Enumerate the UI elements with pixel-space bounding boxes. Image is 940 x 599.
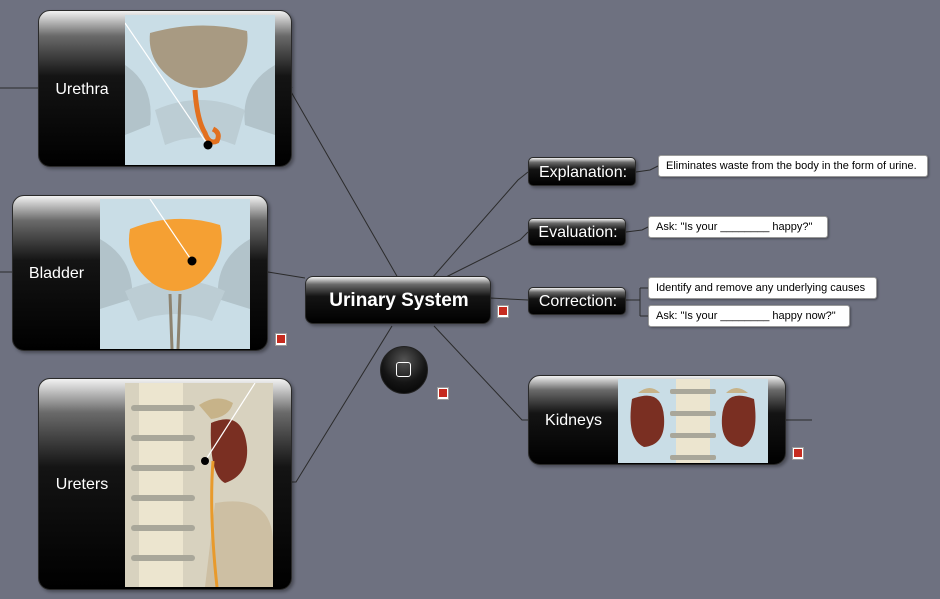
branch-bladder-label: Bladder: [28, 265, 85, 282]
bladder-illustration: [100, 199, 250, 349]
urethra-illustration: [125, 15, 275, 165]
topic-explanation[interactable]: Explanation:: [528, 157, 636, 186]
note-icon[interactable]: [437, 387, 449, 400]
topic-correction[interactable]: Correction:: [528, 287, 626, 315]
topic-evaluation-label: Evaluation:: [538, 224, 618, 241]
rounded-square-icon: [396, 362, 411, 377]
branch-kidneys-label: Kidneys: [545, 412, 602, 429]
link-ureters: [292, 325, 393, 483]
branch-kidneys[interactable]: Kidneys: [528, 375, 786, 465]
note-icon[interactable]: [275, 333, 287, 346]
link-explanation-note: [635, 165, 659, 173]
link-correction-notes: [626, 287, 648, 317]
link-kidneys: [433, 325, 528, 421]
explanation-note[interactable]: Eliminates waste from the body in the fo…: [658, 155, 928, 177]
link-evaluation: [439, 231, 529, 281]
central-topic-label: Urinary System: [329, 290, 469, 311]
correction-note-2[interactable]: Ask: "Is your ________ happy now?": [648, 305, 850, 327]
note-icon[interactable]: [792, 447, 804, 460]
kidneys-illustration: [618, 379, 768, 463]
branch-urethra-label: Urethra: [55, 80, 109, 98]
branch-bladder[interactable]: Bladder: [12, 195, 268, 351]
floating-topic[interactable]: [380, 346, 428, 394]
topic-evaluation[interactable]: Evaluation:: [528, 218, 626, 246]
topic-correction-label: Correction:: [538, 293, 618, 310]
central-topic[interactable]: Urinary System: [305, 276, 491, 324]
link-correction: [489, 297, 529, 301]
link-bladder: [267, 271, 306, 279]
link-urethra: [289, 86, 399, 279]
branch-ureters[interactable]: Ureters: [38, 378, 292, 590]
link-explanation: [431, 171, 529, 279]
evaluation-note[interactable]: Ask: "Is your ________ happy?": [648, 216, 828, 238]
topic-explanation-label: Explanation:: [538, 163, 628, 181]
branch-urethra[interactable]: Urethra: [38, 10, 292, 167]
link-evaluation-note: [625, 226, 649, 233]
ureters-illustration: [125, 383, 273, 587]
correction-note-1[interactable]: Identify and remove any underlying cause…: [648, 277, 877, 299]
note-icon[interactable]: [497, 305, 509, 318]
branch-ureters-label: Ureters: [55, 476, 109, 493]
